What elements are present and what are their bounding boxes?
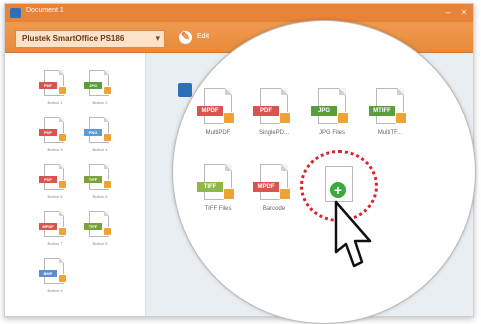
sidebar-item[interactable]: MPDF Button 7 [35,208,75,254]
magnified-item[interactable]: PDF SinglePD... [246,86,302,156]
file-type-tag: PDF [39,82,57,89]
sidebar-item-label: Button 6 [92,194,108,199]
pencil-icon: ✎ [179,31,192,44]
sidebar-item-label: Button 7 [47,241,63,246]
sidebar-item-label: Button 5 [47,194,63,199]
magnified-item-label: MultiTF... [377,130,403,136]
file-type-tag: MPDF [39,223,57,230]
file-type-tag: MPDF [197,106,223,116]
magnified-item-label: JPG Files [318,130,345,136]
sidebar-item-label: Button 4 [92,147,108,152]
app-icon [10,8,21,18]
settings-badge-icon [395,112,407,124]
sidebar-item[interactable]: PNG Button 4 [80,114,120,160]
magnified-item[interactable]: MPDF MultiPDF [190,86,246,156]
settings-badge-icon [58,86,67,95]
magnified-item-label: MultiPDF [205,130,231,136]
settings-badge-icon [103,180,112,189]
settings-badge-icon [58,133,67,142]
minimize-button[interactable]: – [441,6,455,19]
file-type-tag: TIFF [84,176,102,183]
settings-badge-icon [279,112,291,124]
sidebar-item[interactable]: PDF Button 1 [35,67,75,113]
profile-name: Plustek SmartOffice PS186 [22,34,125,43]
magnified-item-label: SinglePD... [258,130,289,136]
close-button[interactable]: × [457,6,471,19]
file-type-tag: PDF [39,176,57,183]
settings-badge-icon [58,274,67,283]
sidebar-item[interactable]: TIFF Button 6 [80,161,120,207]
magnified-item[interactable]: MPDF Barcode [246,162,302,232]
sidebar-item-label: Button 8 [92,241,108,246]
window-title: Document 1 [26,7,64,14]
file-type-tag: MPDF [253,182,279,192]
chevron-down-icon: ▾ [155,33,160,43]
settings-badge-icon [103,133,112,142]
cursor-icon [334,200,372,268]
sidebar-item[interactable]: JPG Button 2 [80,67,120,113]
file-type-tag: BMP [39,270,57,277]
file-type-tag: TIFF [197,182,223,192]
file-type-tag: MTIFF [369,106,395,116]
sidebar-item[interactable]: TIFF Button 8 [80,208,120,254]
magnified-item-label: TIFF Files [204,206,232,212]
sidebar-item[interactable]: PDF Button 3 [35,114,75,160]
settings-badge-icon [103,227,112,236]
sidebar-item-label: Button 2 [92,100,108,105]
edit-button[interactable]: ✎ Edit [179,30,235,46]
magnified-item[interactable]: TIFF TIFF Files [190,162,246,232]
magnified-item-label: Barcode [262,206,286,212]
settings-badge-icon [58,180,67,189]
edit-label: Edit [197,33,210,40]
settings-badge-icon [58,227,67,236]
sidebar-item-label: Button 3 [47,147,63,152]
file-type-tag: TIFF [84,223,102,230]
sidebar: PDF Button 1 JPG Button 2 PDF Button 3 PNG Butt… [5,53,146,316]
file-type-tag: JPG [311,106,337,116]
file-type-tag: PDF [39,129,57,136]
sidebar-item[interactable]: PDF Button 5 [35,161,75,207]
sidebar-item-label: Button 1 [47,100,63,105]
magnified-item[interactable]: MTIFF MultiTF... [362,86,418,156]
sidebar-item[interactable]: BMP Button 9 [35,255,75,301]
sidebar-item-label: Button 9 [47,288,63,293]
profile-dropdown[interactable]: Plustek SmartOffice PS186 ▾ [15,30,165,48]
magnified-item[interactable]: JPG JPG Files [304,86,360,156]
file-type-tag: PDF [253,106,279,116]
settings-badge-icon [223,188,235,200]
settings-badge-icon [103,86,112,95]
add-button[interactable]: + [330,182,346,198]
settings-badge-icon [279,188,291,200]
file-type-tag: JPG [84,82,102,89]
settings-badge-icon [223,112,235,124]
file-type-tag: PNG [84,129,102,136]
title-bar: Document 1 – × [5,4,473,22]
settings-badge-icon [337,112,349,124]
